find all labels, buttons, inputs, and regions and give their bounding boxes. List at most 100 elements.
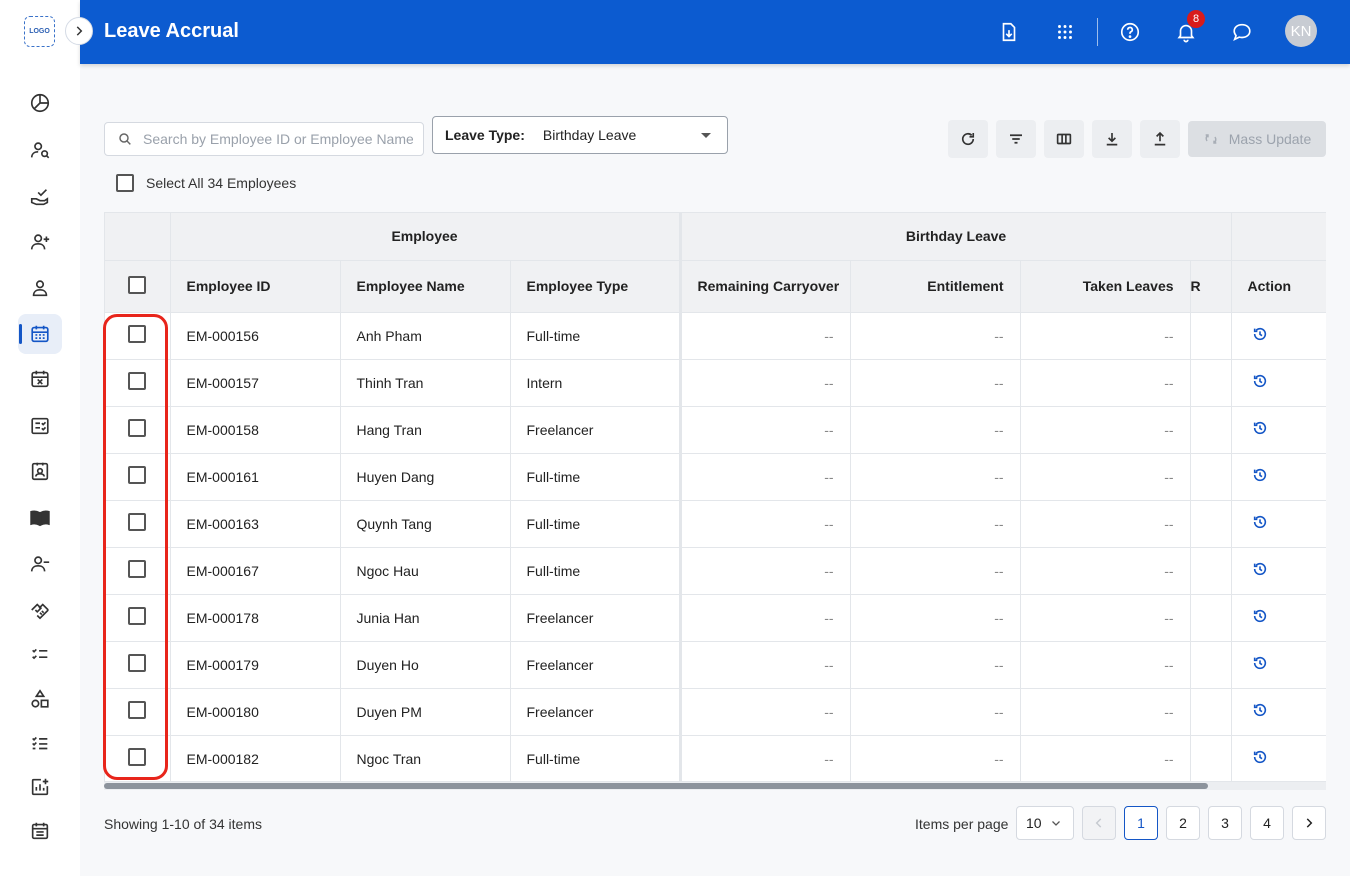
- refresh-button[interactable]: [948, 120, 988, 158]
- cell-entitlement: --: [850, 735, 1021, 781]
- sidebar-item-add-employee[interactable]: [18, 222, 62, 262]
- sidebar-toggle-button[interactable]: [65, 17, 93, 45]
- cell-employee-id: EM-000163: [170, 500, 341, 548]
- history-button[interactable]: [1252, 374, 1268, 392]
- group-header-leave: Birthday Leave: [680, 213, 1232, 261]
- apps-button[interactable]: [1051, 18, 1079, 46]
- cell-remaining-carryover: --: [680, 547, 851, 595]
- sidebar-item-profile[interactable]: [18, 268, 62, 308]
- avatar[interactable]: KN: [1285, 15, 1317, 47]
- sidebar-item-checklists[interactable]: [18, 406, 62, 446]
- history-icon: [1253, 703, 1266, 717]
- cell-employee-id: EM-000180: [170, 688, 341, 736]
- column-header-employee-id[interactable]: Employee ID: [170, 260, 341, 313]
- next-page-button[interactable]: [1292, 806, 1326, 840]
- row-checkbox[interactable]: [128, 748, 147, 766]
- id-card-icon: [31, 462, 49, 481]
- row-checkbox-cell: [105, 359, 171, 407]
- scrollbar-thumb[interactable]: [104, 783, 1208, 789]
- cell-remaining-carryover: --: [680, 406, 851, 454]
- table-row: EM-000178 Junia Han Freelancer -- -- --: [105, 594, 1326, 642]
- select-all-checkbox[interactable]: [116, 174, 134, 192]
- history-button[interactable]: [1252, 421, 1268, 439]
- horizontal-scrollbar[interactable]: [104, 782, 1326, 790]
- row-checkbox[interactable]: [128, 325, 147, 343]
- sidebar-item-tasks[interactable]: [18, 634, 62, 674]
- cell-action: [1231, 453, 1326, 501]
- column-header-taken-leaves[interactable]: Taken Leaves: [1020, 260, 1191, 313]
- column-header-remaining-carryover[interactable]: Remaining Carryover: [680, 260, 851, 313]
- sidebar-item-handbook[interactable]: [18, 498, 62, 538]
- sidebar-item-leave-accrual[interactable]: [18, 314, 62, 354]
- cell-employee-name: Quynh Tang: [340, 500, 511, 548]
- cell-taken-leaves: --: [1020, 359, 1191, 407]
- table-row: EM-000157 Thinh Tran Intern -- -- --: [105, 359, 1326, 407]
- leave-type-label: Leave Type:: [445, 127, 525, 143]
- sidebar-item-reports[interactable]: [18, 767, 62, 807]
- history-icon: [1253, 562, 1266, 576]
- search-input[interactable]: [143, 131, 413, 147]
- download-button[interactable]: [1092, 120, 1132, 158]
- export-file-button[interactable]: [995, 18, 1023, 46]
- page-button-1[interactable]: 1: [1124, 806, 1158, 840]
- history-button[interactable]: [1252, 327, 1268, 345]
- mass-update-label: Mass Update: [1228, 131, 1312, 147]
- table-row: EM-000167 Ngoc Hau Full-time -- -- --: [105, 547, 1326, 595]
- page-button-2[interactable]: 2: [1166, 806, 1200, 840]
- chat-button[interactable]: [1228, 18, 1256, 46]
- history-button[interactable]: [1252, 656, 1268, 674]
- history-icon: [1253, 609, 1266, 623]
- mass-update-button[interactable]: Mass Update: [1188, 121, 1326, 157]
- sidebar-item-offboarding[interactable]: [18, 544, 62, 584]
- sidebar-item-id-cards[interactable]: [18, 451, 62, 491]
- row-checkbox[interactable]: [128, 701, 147, 719]
- search-icon: [119, 133, 131, 145]
- row-checkbox[interactable]: [128, 419, 147, 437]
- column-header-remaining[interactable]: R: [1190, 260, 1232, 313]
- sidebar-item-assets[interactable]: [18, 679, 62, 719]
- sidebar-item-dashboard[interactable]: [18, 83, 62, 123]
- row-checkbox[interactable]: [128, 513, 147, 531]
- row-checkbox[interactable]: [128, 607, 147, 625]
- cell-remaining: [1190, 312, 1232, 360]
- book-icon: [30, 510, 50, 527]
- row-checkbox-cell: [105, 312, 171, 360]
- sidebar-item-contracts[interactable]: [18, 590, 62, 630]
- items-per-page-select[interactable]: 10: [1016, 806, 1074, 840]
- cell-action: [1231, 359, 1326, 407]
- history-button[interactable]: [1252, 468, 1268, 486]
- upload-button[interactable]: [1140, 120, 1180, 158]
- chevron-right-icon: [76, 26, 83, 36]
- header-select-checkbox[interactable]: [128, 275, 147, 294]
- sidebar-item-leave-cancel[interactable]: [18, 359, 62, 399]
- cell-entitlement: --: [850, 547, 1021, 595]
- help-button[interactable]: [1116, 18, 1144, 46]
- column-header-entitlement[interactable]: Entitlement: [850, 260, 1021, 313]
- history-button[interactable]: [1252, 562, 1268, 580]
- row-checkbox[interactable]: [128, 372, 147, 390]
- row-checkbox[interactable]: [128, 560, 147, 578]
- filter-button[interactable]: [996, 120, 1036, 158]
- page-button-4[interactable]: 4: [1250, 806, 1284, 840]
- sidebar-item-checklist[interactable]: [18, 723, 62, 763]
- sidebar-item-schedule[interactable]: [18, 811, 62, 851]
- employee-table: Employee Birthday Leave Employee ID Empl…: [104, 212, 1326, 782]
- history-button[interactable]: [1252, 750, 1268, 768]
- column-header-employee-type[interactable]: Employee Type: [510, 260, 682, 313]
- leave-type-select[interactable]: Leave Type: Birthday Leave: [432, 116, 728, 154]
- table-row: EM-000161 Huyen Dang Full-time -- -- --: [105, 453, 1326, 501]
- row-checkbox[interactable]: [128, 466, 147, 484]
- history-button[interactable]: [1252, 515, 1268, 533]
- page-button-3[interactable]: 3: [1208, 806, 1242, 840]
- row-checkbox[interactable]: [128, 654, 147, 672]
- columns-button[interactable]: [1044, 120, 1084, 158]
- cell-taken-leaves: --: [1020, 406, 1191, 454]
- sidebar-item-employee-search[interactable]: [18, 130, 62, 170]
- sidebar-item-approvals[interactable]: [18, 177, 62, 217]
- table-row: EM-000156 Anh Pham Full-time -- -- --: [105, 312, 1326, 360]
- cell-action: [1231, 547, 1326, 595]
- column-header-employee-name[interactable]: Employee Name: [340, 260, 511, 313]
- history-button[interactable]: [1252, 609, 1268, 627]
- history-button[interactable]: [1252, 703, 1268, 721]
- prev-page-button[interactable]: [1082, 806, 1116, 840]
